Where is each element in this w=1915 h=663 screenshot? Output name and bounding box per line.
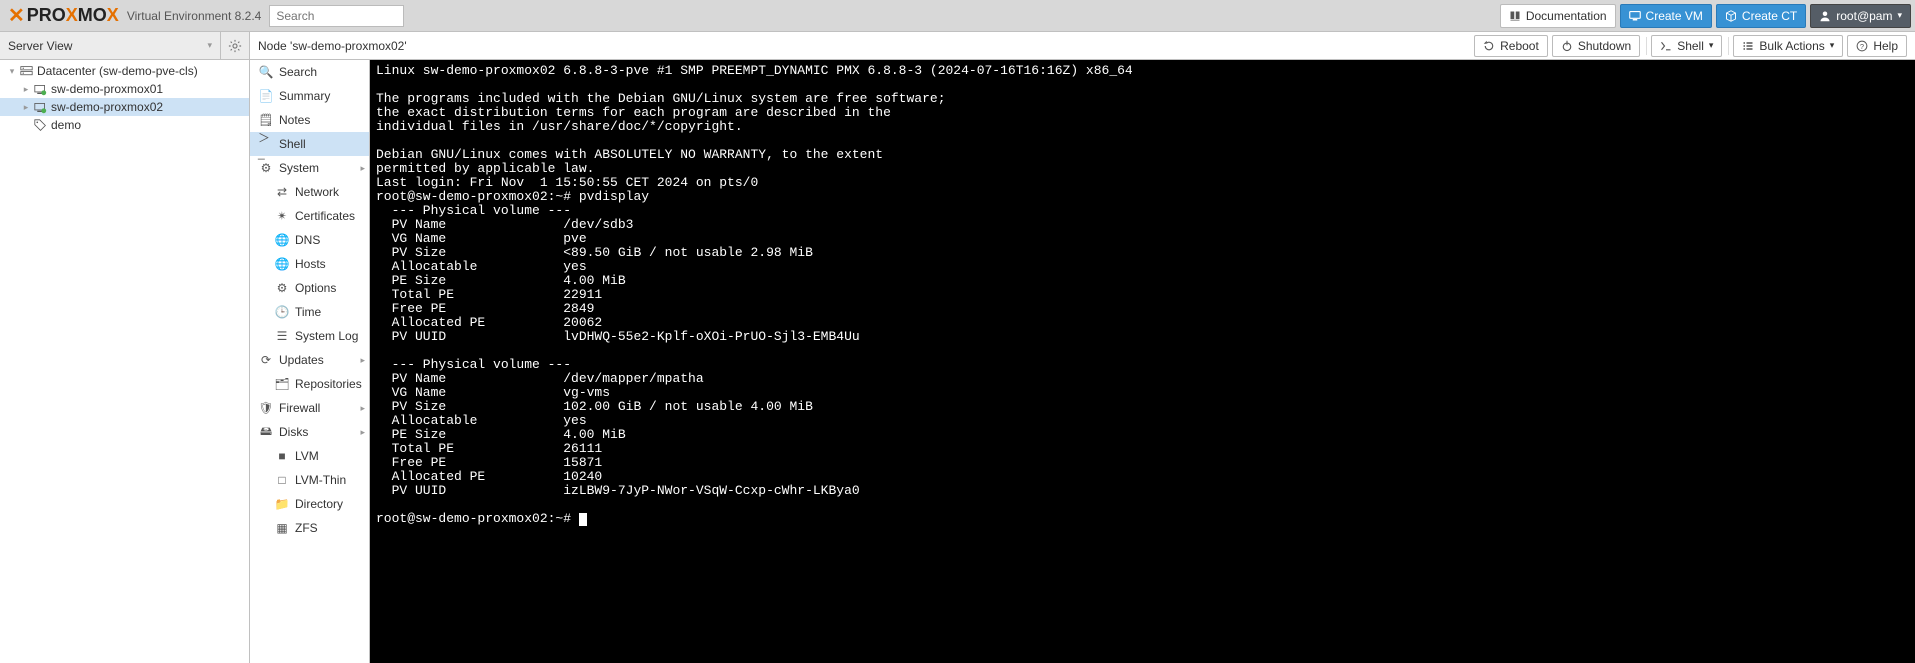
node-side-menu: 🔍Search 📄Summary 🗒Notes ＞_Shell ⚙System▸…	[250, 60, 370, 663]
globe-icon: 🌐	[274, 257, 290, 271]
settings-gear-button[interactable]	[221, 39, 249, 53]
reload-icon	[1483, 40, 1495, 52]
reboot-button[interactable]: Reboot	[1474, 35, 1548, 57]
server-icon	[18, 65, 34, 78]
create-vm-button[interactable]: Create VM	[1620, 4, 1712, 28]
globe-icon: 🌐	[274, 233, 290, 247]
top-bar: ✕ PROXMOX Virtual Environment 8.2.4 Docu…	[0, 0, 1915, 32]
desktop-icon	[1629, 10, 1641, 22]
menu-directory[interactable]: 📁Directory	[250, 492, 369, 516]
menu-syslog[interactable]: ☰System Log	[250, 324, 369, 348]
main-area: Server View ▾ ▾ Datacenter (sw-demo-pve-…	[0, 32, 1915, 663]
chevron-down-icon: ▾	[1830, 40, 1835, 51]
expand-icon: ▸	[20, 84, 32, 95]
menu-options[interactable]: ⚙Options	[250, 276, 369, 300]
left-panel: Server View ▾ ▾ Datacenter (sw-demo-pve-…	[0, 32, 250, 663]
left-panel-header: Server View ▾	[0, 32, 249, 60]
chevron-down-icon: ▾	[1709, 40, 1714, 51]
user-icon	[1819, 10, 1831, 22]
menu-updates[interactable]: ⟳Updates▸	[250, 348, 369, 372]
menu-system[interactable]: ⚙System▸	[250, 156, 369, 180]
menu-repositories[interactable]: 🗂Repositories	[250, 372, 369, 396]
sticky-note-icon: 🗒	[258, 113, 274, 127]
cogs-icon: ⚙	[258, 161, 274, 175]
gear-icon: ⚙	[274, 281, 290, 295]
node-icon	[32, 83, 48, 96]
hdd-icon: 🖴	[258, 422, 274, 443]
node-icon	[32, 101, 48, 114]
content-panel: Node 'sw-demo-proxmox02' Reboot Shutdown…	[250, 32, 1915, 663]
chevron-right-icon: ▸	[360, 427, 365, 438]
menu-lvm[interactable]: ■LVM	[250, 444, 369, 468]
proxmox-logo: ✕ PROXMOX	[8, 3, 119, 28]
chevron-right-icon: ▸	[360, 403, 365, 414]
menu-time[interactable]: 🕒Time	[250, 300, 369, 324]
menu-zfs[interactable]: ▦ZFS	[250, 516, 369, 540]
folder-icon: 📁	[274, 497, 290, 511]
documentation-button[interactable]: Documentation	[1500, 4, 1616, 28]
menu-network[interactable]: ⇄Network	[250, 180, 369, 204]
user-menu-button[interactable]: root@pam ▾	[1810, 4, 1911, 28]
list-icon: ☰	[274, 329, 290, 343]
version-label: Virtual Environment 8.2.4	[127, 9, 262, 23]
logo-x-icon: ✕	[8, 3, 25, 28]
th-icon: ▦	[274, 521, 290, 535]
menu-certificates[interactable]: ✴Certificates	[250, 204, 369, 228]
menu-disks[interactable]: 🖴Disks▸	[250, 420, 369, 444]
menu-shell[interactable]: ＞_Shell	[250, 132, 369, 156]
power-icon	[1561, 40, 1573, 52]
menu-summary[interactable]: 📄Summary	[250, 84, 369, 108]
clock-icon: 🕒	[274, 305, 290, 319]
bulk-actions-button[interactable]: Bulk Actions ▾	[1733, 35, 1843, 57]
shell-terminal[interactable]: Linux sw-demo-proxmox02 6.8.8-3-pve #1 S…	[370, 60, 1915, 663]
shield-icon: 🛡	[258, 401, 274, 415]
terminal-icon	[1660, 40, 1672, 52]
files-icon: 🗂	[274, 377, 290, 391]
menu-hosts[interactable]: 🌐Hosts	[250, 252, 369, 276]
search-input[interactable]	[269, 5, 404, 27]
content-header: Node 'sw-demo-proxmox02' Reboot Shutdown…	[250, 32, 1915, 60]
notes-icon: 📄	[258, 89, 274, 103]
create-ct-button[interactable]: Create CT	[1716, 4, 1806, 28]
list-icon	[1742, 40, 1754, 52]
book-icon	[1509, 10, 1521, 22]
shell-dropdown-button[interactable]: Shell ▾	[1651, 35, 1722, 57]
help-button[interactable]: ? Help	[1847, 35, 1907, 57]
gear-icon	[228, 39, 242, 53]
chevron-right-icon: ▸	[360, 355, 365, 366]
chevron-right-icon: ▸	[360, 163, 365, 174]
tag-icon	[32, 119, 48, 132]
chevron-down-icon: ▾	[207, 40, 212, 51]
menu-dns[interactable]: 🌐DNS	[250, 228, 369, 252]
tree-node-proxmox02[interactable]: ▸ sw-demo-proxmox02	[0, 98, 249, 116]
shutdown-button[interactable]: Shutdown	[1552, 35, 1640, 57]
cube-icon	[1725, 10, 1737, 22]
tree-node-proxmox01[interactable]: ▸ sw-demo-proxmox01	[0, 80, 249, 98]
tree-pool-demo[interactable]: demo	[0, 116, 249, 134]
expand-icon: ▸	[20, 102, 32, 113]
resource-tree: ▾ Datacenter (sw-demo-pve-cls) ▸ sw-demo…	[0, 60, 249, 663]
tree-datacenter[interactable]: ▾ Datacenter (sw-demo-pve-cls)	[0, 62, 249, 80]
refresh-icon: ⟳	[258, 353, 274, 367]
collapse-icon: ▾	[6, 66, 18, 77]
content-body: 🔍Search 📄Summary 🗒Notes ＞_Shell ⚙System▸…	[250, 60, 1915, 663]
certificate-icon: ✴	[274, 209, 290, 223]
network-icon: ⇄	[274, 185, 290, 199]
view-selector[interactable]: Server View ▾	[0, 32, 221, 59]
chevron-down-icon: ▾	[1897, 10, 1902, 21]
square-outline-icon: □	[274, 473, 290, 487]
menu-lvm-thin[interactable]: □LVM-Thin	[250, 468, 369, 492]
breadcrumb: Node 'sw-demo-proxmox02'	[258, 39, 407, 53]
menu-firewall[interactable]: 🛡Firewall▸	[250, 396, 369, 420]
help-icon: ?	[1856, 40, 1868, 52]
search-icon: 🔍	[258, 65, 274, 79]
svg-text:?: ?	[1860, 42, 1864, 51]
square-icon: ■	[274, 449, 290, 463]
terminal-icon: ＞_	[258, 129, 274, 160]
menu-search[interactable]: 🔍Search	[250, 60, 369, 84]
